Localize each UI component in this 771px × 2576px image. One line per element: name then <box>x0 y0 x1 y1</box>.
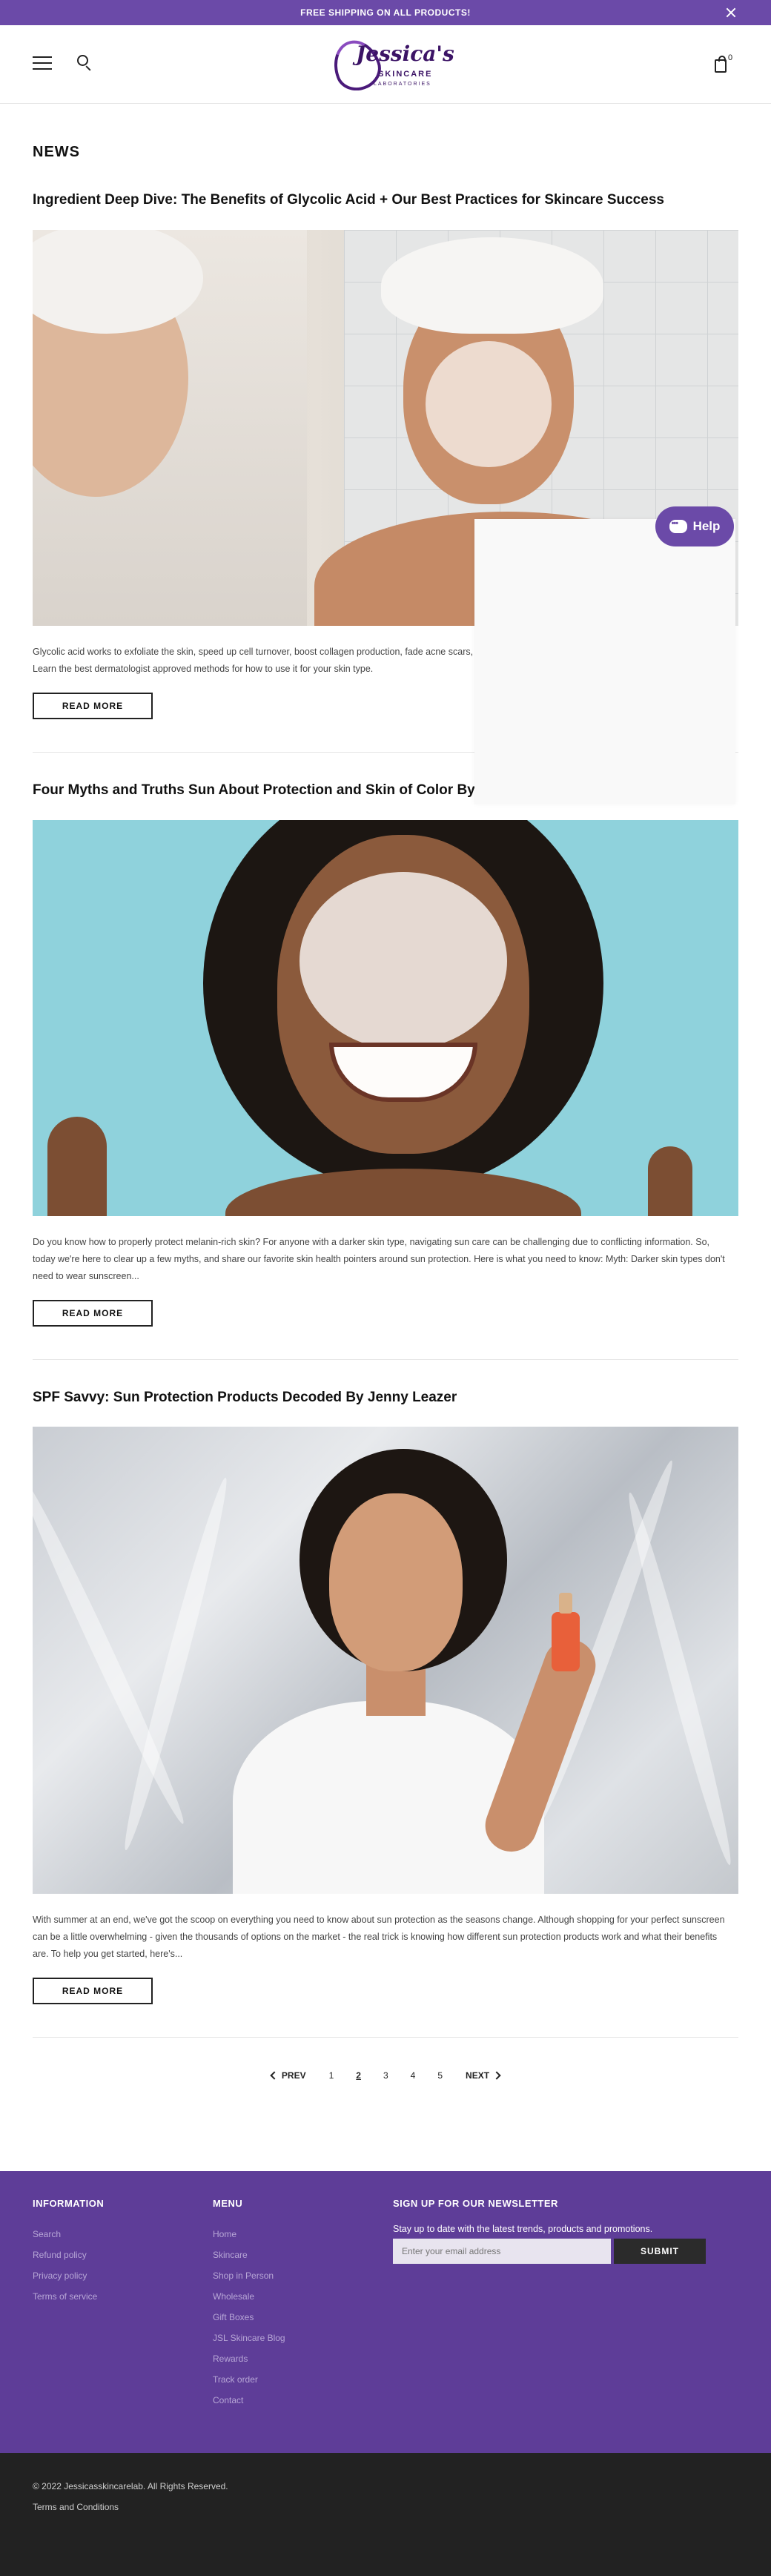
article-excerpt: With summer at an end, we've got the sco… <box>33 1915 725 1960</box>
read-more-button[interactable]: READ MORE <box>33 1978 153 2005</box>
cart-icon <box>715 56 727 73</box>
read-more-button[interactable]: READ MORE <box>33 1299 153 1327</box>
copyright-text: © 2022 Jessicasskincarelab. All Rights R… <box>33 2481 228 2492</box>
read-more-button[interactable]: READ MORE <box>33 692 153 719</box>
site-logo[interactable]: Jessica's SKINCARE LABORATORIES <box>326 33 454 97</box>
article-title[interactable]: Ingredient Deep Dive: The Benefits of Gl… <box>33 192 738 209</box>
footer-newsletter: SIGN UP FOR OUR NEWSLETTER Stay up to da… <box>393 2198 734 2265</box>
footer-link[interactable]: Privacy policy <box>33 2265 104 2286</box>
article-image[interactable] <box>33 1427 738 1895</box>
footer-link[interactable]: JSL Skincare Blog <box>213 2328 285 2348</box>
announcement-text: FREE SHIPPING ON ALL PRODUCTS! <box>300 7 471 18</box>
footer-link[interactable]: Refund policy <box>33 2245 104 2265</box>
page-title: NEWS <box>33 144 80 160</box>
prev-page-button[interactable]: PREV <box>259 2067 318 2084</box>
menu-icon[interactable] <box>33 56 52 71</box>
bottom-bar: © 2022 Jessicasskincarelab. All Rights R… <box>0 2453 771 2576</box>
next-label: NEXT <box>466 2070 490 2081</box>
help-panel <box>474 519 735 804</box>
site-footer: INFORMATION Search Refund policy Privacy… <box>0 2171 771 2454</box>
footer-link[interactable]: Skincare <box>213 2245 285 2265</box>
email-field[interactable] <box>393 2239 611 2265</box>
chevron-right-icon <box>492 2071 501 2081</box>
help-label: Help <box>692 519 721 533</box>
footer-link[interactable]: Shop in Person <box>213 2265 285 2286</box>
logo-line2: LABORATORIES <box>374 82 431 87</box>
cart-button[interactable]: 0 <box>713 53 735 76</box>
article-image[interactable] <box>33 819 738 1216</box>
article-item: Four Myths and Truths Sun About Protecti… <box>33 782 738 1360</box>
footer-link[interactable]: Track order <box>213 2369 285 2390</box>
newsletter-text: Stay up to date with the latest trends, … <box>393 2224 653 2235</box>
footer-heading: INFORMATION <box>33 2198 105 2210</box>
footer-link[interactable]: Home <box>213 2224 285 2245</box>
pagination: PREV 1 2 3 4 5 NEXT <box>33 2067 738 2084</box>
search-icon[interactable] <box>76 53 95 73</box>
site-header: Jessica's SKINCARE LABORATORIES 0 <box>0 25 771 104</box>
chevron-left-icon <box>270 2071 279 2081</box>
footer-link[interactable]: Terms of service <box>33 2286 104 2307</box>
page-link[interactable]: 5 <box>426 2067 454 2084</box>
submit-button[interactable]: SUBMIT <box>614 2239 706 2265</box>
prev-label: PREV <box>281 2070 306 2081</box>
article-title[interactable]: SPF Savvy: Sun Protection Products Decod… <box>33 1390 738 1407</box>
chat-icon <box>669 519 687 533</box>
close-icon[interactable] <box>724 5 738 20</box>
article-item: SPF Savvy: Sun Protection Products Decod… <box>33 1390 738 2038</box>
footer-heading: SIGN UP FOR OUR NEWSLETTER <box>393 2198 558 2210</box>
next-page-button[interactable]: NEXT <box>454 2067 512 2084</box>
cart-count: 0 <box>728 53 733 62</box>
page-link-current[interactable]: 2 <box>345 2067 372 2084</box>
logo-line1: SKINCARE <box>378 70 433 79</box>
footer-menu: MENU Home Skincare Shop in Person Wholes… <box>213 2198 285 2411</box>
footer-link[interactable]: Search <box>33 2224 104 2245</box>
footer-information: INFORMATION Search Refund policy Privacy… <box>33 2198 104 2307</box>
footer-link[interactable]: Wholesale <box>213 2286 285 2307</box>
terms-link[interactable]: Terms and Conditions <box>33 2502 738 2512</box>
page-link[interactable]: 1 <box>318 2067 345 2084</box>
announcement-bar: FREE SHIPPING ON ALL PRODUCTS! <box>0 0 771 25</box>
footer-heading: MENU <box>213 2198 243 2210</box>
newsletter-form: SUBMIT <box>393 2239 734 2265</box>
logo-script: Jessica's <box>356 42 454 66</box>
footer-link[interactable]: Contact <box>213 2390 285 2411</box>
help-button[interactable]: Help <box>655 506 734 546</box>
page-link[interactable]: 4 <box>400 2067 427 2084</box>
footer-link[interactable]: Gift Boxes <box>213 2307 285 2328</box>
article-excerpt: Do you know how to properly protect mela… <box>33 1236 725 1281</box>
page-link[interactable]: 3 <box>372 2067 400 2084</box>
main-content: NEWS Ingredient Deep Dive: The Benefits … <box>0 144 771 2084</box>
footer-link[interactable]: Rewards <box>213 2348 285 2369</box>
